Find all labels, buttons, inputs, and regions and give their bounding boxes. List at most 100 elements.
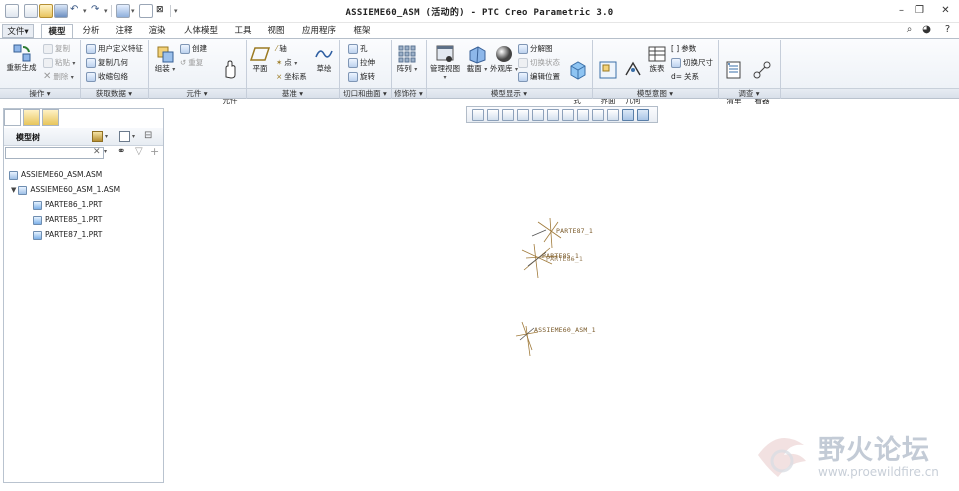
close-icon[interactable]: ✕ xyxy=(938,3,953,18)
reorient-icon[interactable] xyxy=(532,109,544,121)
tree-item-root-assembly[interactable]: ASSIEME60_ASM.ASM xyxy=(9,169,102,181)
pattern-button[interactable]: 阵列 ▾ xyxy=(394,43,420,74)
tab-render[interactable]: 渲染 xyxy=(142,24,172,38)
ribbon-tabs: 文件▾ 模型 分析 注释 渲染 人体模型 工具 视图 应用程序 框架 ⌕ ◕ ? xyxy=(0,22,959,39)
copy-geometry-button[interactable]: 复制几何 xyxy=(86,57,128,69)
group-cut-surface[interactable]: 切口和曲面 ▾ xyxy=(339,89,391,99)
model-tree-search-input[interactable] xyxy=(5,147,104,159)
zoom-out-icon[interactable] xyxy=(502,109,514,121)
publish-geometry-button[interactable]: 发布 几何 xyxy=(621,43,650,113)
point-button[interactable]: ✶ 点 ▾ xyxy=(276,57,297,69)
delete-button[interactable]: ✕ 删除 ▾ xyxy=(43,71,74,83)
favorites-tab-icon[interactable] xyxy=(42,109,59,126)
plane-label: 平面 xyxy=(252,64,268,73)
paste-button[interactable]: 粘贴 ▾ xyxy=(43,57,75,69)
tab-tools[interactable]: 工具 xyxy=(228,24,258,38)
repeat-button[interactable]: ↺ 重复 xyxy=(180,57,203,69)
tree-filters-dropdown-icon[interactable]: ▾ xyxy=(105,133,108,140)
sketch-button[interactable]: 草绘 xyxy=(312,43,336,73)
help-icon[interactable]: ◕ xyxy=(919,22,934,37)
group-modifiers[interactable]: 修饰符 ▾ xyxy=(391,89,426,99)
tree-item-part[interactable]: PARTE87_1.PRT xyxy=(33,229,102,241)
tab-view[interactable]: 视图 xyxy=(261,24,291,38)
group-datum[interactable]: 基准 ▾ xyxy=(246,89,339,99)
tab-model[interactable]: 模型 xyxy=(41,24,73,39)
annotation-display-icon[interactable] xyxy=(622,109,634,121)
tab-file[interactable]: 文件▾ xyxy=(2,24,34,38)
binoculars-icon[interactable]: ⚭ xyxy=(117,146,125,157)
reference-viewer-button[interactable]: 参考查 看器 xyxy=(748,43,785,113)
axis-button[interactable]: ⁄ 轴 xyxy=(276,43,287,55)
display-style-button[interactable]: 显示样 式 xyxy=(563,43,600,113)
navigator-panel xyxy=(3,108,164,483)
appearance-gallery-button[interactable]: 外观库 ▾ xyxy=(490,43,518,74)
clear-search-icon[interactable]: ✕ xyxy=(93,147,101,157)
group-divider xyxy=(391,40,392,99)
group-divider xyxy=(426,40,427,99)
zoom-in-icon[interactable] xyxy=(487,109,499,121)
expand-collapse-icon[interactable]: ⊟ xyxy=(144,130,152,141)
create-button[interactable]: 创建 xyxy=(180,43,207,55)
group-operations[interactable]: 操作 ▾ xyxy=(0,89,80,99)
extrude-button[interactable]: 拉伸 xyxy=(348,57,375,69)
spin-center-icon[interactable] xyxy=(637,109,649,121)
hole-button[interactable]: 孔 xyxy=(348,43,368,55)
settings-icon[interactable] xyxy=(119,131,130,142)
switch-dimensions-button[interactable]: 切换尺寸 xyxy=(671,57,713,69)
component-interface-button[interactable]: 元件 界面 xyxy=(595,43,624,113)
exploded-view-button[interactable]: 分解图 xyxy=(518,43,553,55)
bill-of-materials-button[interactable]: 材料 清单 xyxy=(722,43,751,113)
tab-analysis[interactable]: 分析 xyxy=(76,24,106,38)
tree-item-subassembly[interactable]: ▼ ASSIEME60_ASM_1.ASM xyxy=(11,184,120,196)
search-dropdown-icon[interactable]: ▾ xyxy=(104,148,107,155)
csys-button[interactable]: ⨯ 坐标系 xyxy=(276,71,307,83)
tab-applications[interactable]: 应用程序 xyxy=(294,24,344,38)
repaint-icon[interactable] xyxy=(517,109,529,121)
saved-orientations-icon[interactable] xyxy=(547,109,559,121)
datum-display-icon[interactable] xyxy=(607,109,619,121)
group-investigate[interactable]: 调查 ▾ xyxy=(718,89,780,99)
user-defined-feature-button[interactable]: 用户定义特征 xyxy=(86,43,143,55)
revolve-button[interactable]: 旋转 xyxy=(348,71,375,83)
tree-item-part[interactable]: PARTE85_1.PRT xyxy=(33,214,102,226)
refit-icon[interactable] xyxy=(472,109,484,121)
model-tree-tab-icon[interactable] xyxy=(4,109,21,126)
parameters-button[interactable]: [ ] 参数 xyxy=(671,43,696,55)
tab-annotate[interactable]: 注释 xyxy=(109,24,139,38)
minimize-icon[interactable]: – xyxy=(894,3,909,18)
restore-icon[interactable]: ❐ xyxy=(912,3,927,18)
group-components[interactable]: 元件 ▾ xyxy=(148,89,246,99)
tree-item-part[interactable]: PARTE86_1.PRT xyxy=(33,199,102,211)
view-manager-icon[interactable] xyxy=(562,109,574,121)
copy-button[interactable]: 复制 xyxy=(43,43,70,55)
tab-manikin[interactable]: 人体模型 xyxy=(175,24,227,38)
display-style-icon[interactable] xyxy=(577,109,589,121)
settings-dropdown-icon[interactable]: ▾ xyxy=(132,133,135,140)
edit-position-button[interactable]: 编辑位置 xyxy=(518,71,560,83)
search-command-icon[interactable]: ⌕ xyxy=(902,22,917,37)
tree-filters-icon[interactable] xyxy=(92,131,103,142)
family-table-button[interactable]: 族表 xyxy=(646,43,668,73)
manage-views-icon xyxy=(436,45,454,62)
relations-button[interactable]: d= 关系 xyxy=(671,71,699,83)
filter-icon[interactable]: ▽ xyxy=(135,146,143,157)
section-button[interactable]: 截面 ▾ xyxy=(464,43,490,74)
family-table-icon xyxy=(648,46,666,62)
manage-views-button[interactable]: 管理视图 ▾ xyxy=(428,43,462,82)
shrinkwrap-button[interactable]: 收缩包络 xyxy=(86,71,128,83)
group-get-data[interactable]: 获取数据 ▾ xyxy=(80,89,148,99)
add-column-icon[interactable]: + xyxy=(150,145,159,158)
collapse-arrow-icon[interactable]: ▼ xyxy=(11,186,16,194)
group-divider xyxy=(718,40,719,99)
perspective-icon[interactable] xyxy=(592,109,604,121)
assemble-button[interactable]: 组装 ▾ xyxy=(151,43,179,74)
tab-framework[interactable]: 框架 xyxy=(347,24,377,38)
folder-browser-tab-icon[interactable] xyxy=(23,109,40,126)
plane-button[interactable]: 平面 xyxy=(248,43,272,73)
help-info-icon[interactable]: ? xyxy=(940,22,955,37)
toggle-status-button[interactable]: 切换状态 xyxy=(518,57,560,69)
regenerate-button[interactable]: 重新生成 xyxy=(5,42,38,72)
group-model-intent[interactable]: 模型意图 ▾ xyxy=(592,89,718,99)
group-model-display[interactable]: 模型显示 ▾ xyxy=(426,89,592,99)
drag-components-button[interactable]: 拖动 元件 xyxy=(216,43,245,113)
